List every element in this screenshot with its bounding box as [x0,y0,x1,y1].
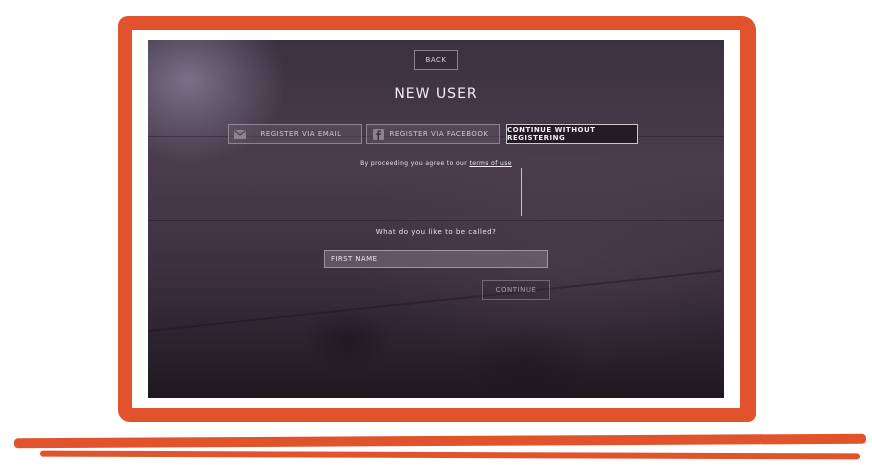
back-button[interactable]: BACK [414,50,458,70]
continue-button[interactable]: CONTINUE [482,280,550,300]
terms-of-use-link[interactable]: terms of use [469,160,511,167]
app-screen: BACK NEW USER REGISTER VIA EMAIL REGISTE… [148,40,724,398]
continue-without-label: CONTINUE WITHOUT REGISTERING [507,126,596,142]
facebook-icon [371,127,385,141]
wall-seam [148,220,724,221]
terms-notice: By proceeding you agree to our terms of … [148,160,724,167]
first-name-input[interactable] [324,250,548,268]
scrollbar[interactable] [521,168,522,216]
register-facebook-label: REGISTER VIA FACEBOOK [389,130,489,138]
register-email-button[interactable]: REGISTER VIA EMAIL [228,124,362,144]
mail-icon [233,127,247,141]
page-title: NEW USER [394,86,478,102]
wall-seam [148,269,722,332]
terms-prefix: By proceeding you agree to our [360,160,468,167]
register-facebook-button[interactable]: REGISTER VIA FACEBOOK [366,124,500,144]
laptop-base-stroke [39,450,861,460]
register-email-label: REGISTER VIA EMAIL [260,130,342,138]
continue-without-registering-button[interactable]: CONTINUE WITHOUT REGISTERING [506,124,638,144]
name-question: What do you like to be called? [375,228,497,236]
laptop-base-stroke [13,433,867,449]
